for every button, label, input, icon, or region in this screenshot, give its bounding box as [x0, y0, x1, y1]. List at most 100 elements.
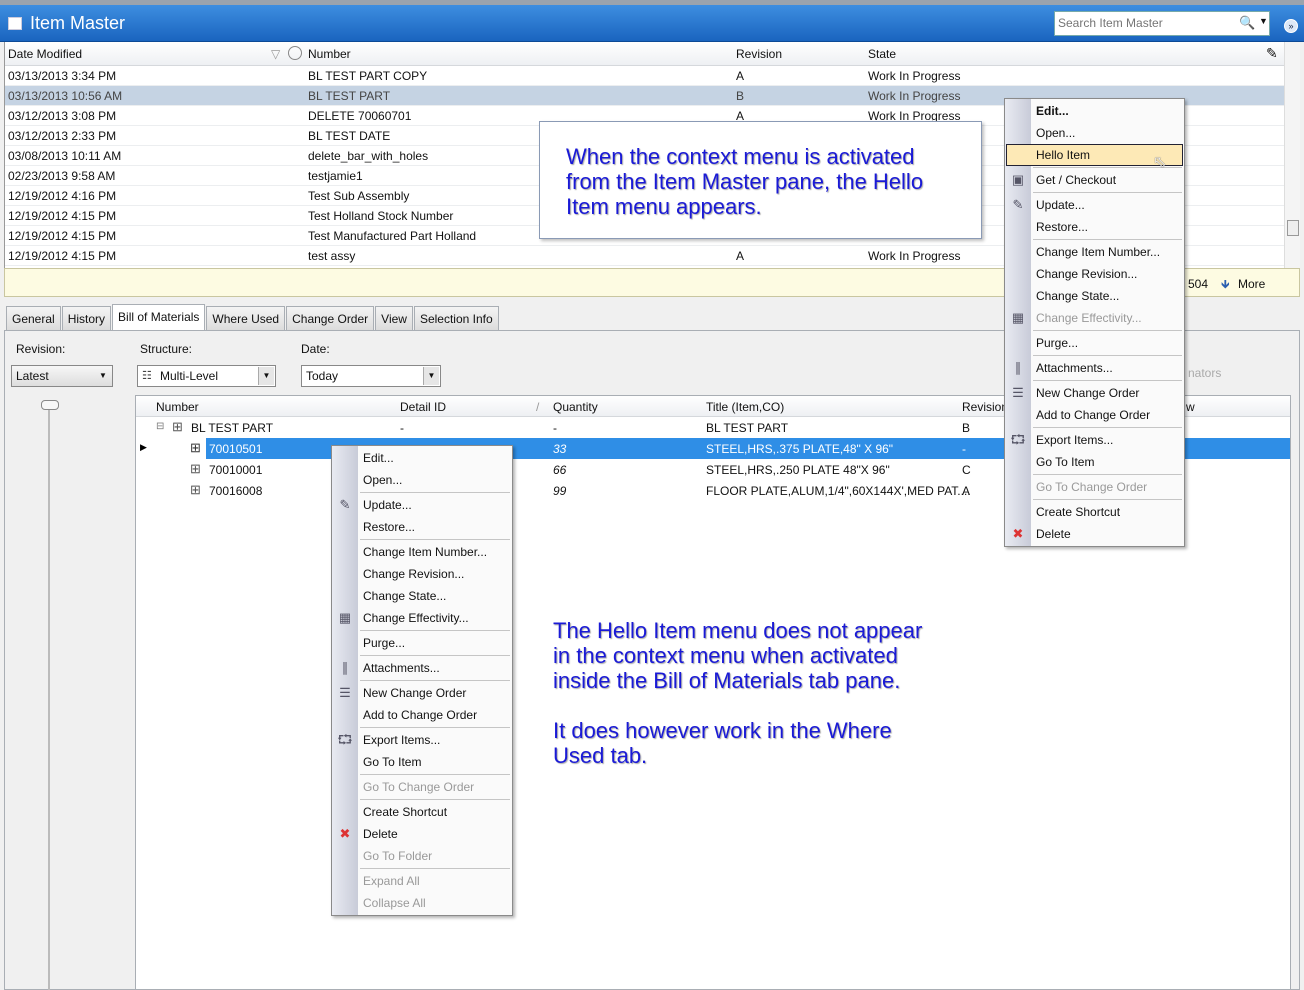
- menu-item-change-effectivity[interactable]: ▦ Change Effectivity...: [332, 607, 512, 629]
- paperclip-icon: ∥: [341, 660, 349, 675]
- column-number[interactable]: Number: [308, 47, 351, 61]
- menu-item-add-to-change-order[interactable]: Add to Change Order: [1005, 404, 1184, 426]
- menu-item-label: Update...: [1036, 198, 1085, 212]
- menu-item-go-to-item[interactable]: Go To Item: [1005, 451, 1184, 473]
- menu-item-change-state[interactable]: Change State...: [332, 585, 512, 607]
- menu-item-export-items[interactable]: ⮔ Export Items...: [332, 729, 512, 751]
- date-select[interactable]: Today ▼: [301, 365, 441, 387]
- menu-item-label: Go To Folder: [363, 849, 433, 863]
- column-quantity[interactable]: Quantity: [553, 400, 598, 414]
- menu-item-collapse-all[interactable]: Collapse All: [332, 892, 512, 914]
- menu-item-label: Edit...: [363, 451, 394, 465]
- number-cell: test assy: [308, 249, 356, 263]
- note-line: Used tab.: [553, 743, 648, 768]
- chevron-down-icon[interactable]: ▼: [1259, 16, 1268, 26]
- menu-item-edit[interactable]: Edit...: [1005, 100, 1184, 122]
- item-count: 504: [1188, 277, 1209, 291]
- menu-item-add-to-change-order[interactable]: Add to Change Order: [332, 704, 512, 726]
- column-revision[interactable]: Revision: [962, 400, 1008, 414]
- table-row[interactable]: 03/13/2013 3:34 PM BL TEST PART COPY A Work…: [5, 66, 1284, 86]
- edit-columns-icon[interactable]: ✎: [1266, 45, 1278, 62]
- revision-select[interactable]: Latest ▼: [11, 365, 113, 387]
- title-cell: BL TEST PART: [706, 421, 789, 435]
- sort-icon: /: [536, 400, 540, 414]
- column-state[interactable]: State: [868, 47, 896, 61]
- tree-structure-icon: ☷: [142, 370, 152, 382]
- change-order-icon: ☰: [339, 685, 351, 700]
- menu-item-label: Change Item Number...: [363, 545, 488, 559]
- note-line: The Hello Item menu does not appear: [553, 618, 923, 643]
- menu-item-delete[interactable]: ✖ Delete: [332, 823, 512, 845]
- menu-item-open[interactable]: Open...: [332, 469, 512, 491]
- menu-item-change-revision[interactable]: Change Revision...: [332, 563, 512, 585]
- column-title[interactable]: Title (Item,CO): [706, 400, 784, 414]
- arrow-down-icon[interactable]: 🡻: [1221, 275, 1230, 296]
- column-chooser-icon[interactable]: [288, 46, 302, 60]
- menu-item-change-revision[interactable]: Change Revision...: [1005, 263, 1184, 285]
- menu-item-change-state[interactable]: Change State...: [1005, 285, 1184, 307]
- column-detail-id[interactable]: Detail ID: [400, 400, 446, 414]
- menu-item-new-change-order[interactable]: ☰ New Change Order: [332, 682, 512, 704]
- search-box[interactable]: 🔍 ▼: [1054, 11, 1270, 36]
- menu-item-update[interactable]: ✎ Update...: [1005, 194, 1184, 216]
- delete-icon: ✖: [1012, 526, 1024, 541]
- menu-item-attachments[interactable]: ∥ Attachments...: [332, 657, 512, 679]
- structure-value: Multi-Level: [160, 369, 219, 383]
- tab-where-used[interactable]: Where Used: [206, 306, 286, 330]
- menu-item-new-change-order[interactable]: ☰ New Change Order: [1005, 382, 1184, 404]
- menu-item-change-item-number[interactable]: Change Item Number...: [1005, 241, 1184, 263]
- chevron-down-icon: ▼: [423, 367, 439, 385]
- menu-item-go-to-folder[interactable]: Go To Folder: [332, 845, 512, 867]
- menu-item-purge[interactable]: Purge...: [1005, 332, 1184, 354]
- menu-item-edit[interactable]: Edit...: [332, 447, 512, 469]
- menu-item-go-to-item[interactable]: Go To Item: [332, 751, 512, 773]
- menu-item-attachments[interactable]: ∥ Attachments...: [1005, 357, 1184, 379]
- menu-item-update[interactable]: ✎ Update...: [332, 494, 512, 516]
- date-cell: 03/08/2013 10:11 AM: [8, 149, 122, 163]
- menu-item-label: Open...: [1036, 126, 1076, 140]
- menu-item-export-items[interactable]: ⮔ Export Items...: [1005, 429, 1184, 451]
- note-line: in the context menu when activated: [553, 643, 898, 668]
- menu-item-purge[interactable]: Purge...: [332, 632, 512, 654]
- column-number[interactable]: Number: [156, 400, 199, 414]
- level-slider-track: [48, 405, 50, 990]
- collapse-icon[interactable]: ⊟: [156, 421, 164, 432]
- menu-item-label: New Change Order: [1036, 386, 1140, 400]
- title-cell: FLOOR PLATE,ALUM,1/4",60X144X',MED PAT..…: [706, 484, 971, 498]
- search-input[interactable]: [1055, 12, 1230, 34]
- menu-item-open[interactable]: Open...: [1005, 122, 1184, 144]
- more-button[interactable]: More: [1238, 277, 1265, 291]
- expand-icon[interactable]: »: [1284, 19, 1298, 33]
- tab-general[interactable]: General: [6, 306, 61, 330]
- menu-item-expand-all[interactable]: Expand All: [332, 870, 512, 892]
- column-revision[interactable]: Revision: [736, 47, 782, 61]
- level-slider-handle[interactable]: [41, 400, 59, 410]
- menu-item-label: Go To Change Order: [363, 780, 475, 794]
- menu-item-change-item-number[interactable]: Change Item Number...: [332, 541, 512, 563]
- scroll-thumb[interactable]: [1287, 220, 1299, 236]
- search-icon[interactable]: 🔍: [1239, 15, 1255, 31]
- structure-select[interactable]: Multi-Level ☷ ▼: [137, 365, 276, 387]
- menu-item-go-to-change-order[interactable]: Go To Change Order: [332, 776, 512, 798]
- column-other[interactable]: w: [1186, 400, 1195, 414]
- column-date-modified[interactable]: Date Modified: [8, 47, 82, 61]
- menu-item-get-checkout[interactable]: ▣ Get / Checkout: [1005, 169, 1184, 191]
- menu-item-label: Hello Item: [1036, 148, 1091, 162]
- vertical-scrollbar[interactable]: [1284, 42, 1300, 268]
- menu-item-restore[interactable]: Restore...: [1005, 216, 1184, 238]
- menu-item-create-shortcut[interactable]: Create Shortcut: [332, 801, 512, 823]
- menu-item-label: Change Revision...: [1036, 267, 1138, 281]
- tab-bill-of-materials[interactable]: Bill of Materials: [112, 304, 206, 330]
- menu-item-label: Attachments...: [363, 661, 440, 675]
- tab-view[interactable]: View: [375, 306, 413, 330]
- menu-item-go-to-change-order[interactable]: Go To Change Order: [1005, 476, 1184, 498]
- tab-selection-info[interactable]: Selection Info: [413, 306, 499, 330]
- menu-item-restore[interactable]: Restore...: [332, 516, 512, 538]
- menu-item-delete[interactable]: ✖ Delete: [1005, 523, 1184, 545]
- revision-value: Latest: [16, 369, 49, 383]
- tab-history[interactable]: History: [61, 306, 112, 330]
- menu-item-change-effectivity[interactable]: ▦ Change Effectivity...: [1005, 307, 1184, 329]
- tab-change-order[interactable]: Change Order: [286, 306, 375, 330]
- menu-item-create-shortcut[interactable]: Create Shortcut: [1005, 501, 1184, 523]
- menu-item-label: Add to Change Order: [1036, 408, 1151, 422]
